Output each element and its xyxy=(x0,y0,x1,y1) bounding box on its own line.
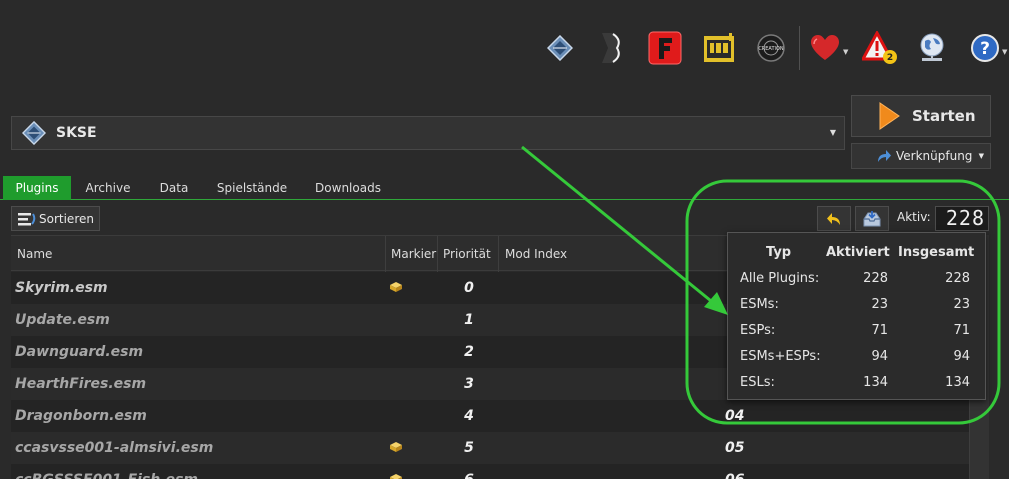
globe-icon[interactable] xyxy=(915,30,949,66)
start-label: Starten xyxy=(912,107,976,125)
tooltip-row-label: ESLs: xyxy=(740,375,775,390)
plugin-name: Skyrim.esm xyxy=(15,280,108,296)
tooltip-header-total: Insgesamt xyxy=(898,245,975,260)
plugin-name: Dragonborn.esm xyxy=(15,408,147,424)
column-priority[interactable]: Priorität xyxy=(438,236,499,272)
tooltip-row-total: 71 xyxy=(953,323,970,338)
sort-label: Sortieren xyxy=(39,211,94,226)
skse-icon xyxy=(22,121,46,145)
heart-icon[interactable] xyxy=(808,30,842,66)
plugin-name: HearthFires.esm xyxy=(15,376,147,392)
tooltip-row-active: 228 xyxy=(863,271,888,286)
help-icon[interactable]: ? xyxy=(968,30,1002,66)
plugin-priority: 4 xyxy=(464,408,474,424)
master-flag-icon xyxy=(389,473,403,479)
shortcut-button[interactable]: Verknüpfung ▼ xyxy=(851,143,991,169)
restore-backup-button[interactable] xyxy=(817,206,851,231)
tooltip-row-active: 23 xyxy=(871,297,888,312)
plugin-mod-index: 05 xyxy=(725,440,745,456)
tooltip-row-active: 94 xyxy=(871,349,888,364)
plugin-priority: 1 xyxy=(464,312,474,328)
plugin-priority: 6 xyxy=(441,464,497,479)
active-count: 228 xyxy=(935,206,989,231)
sort-icon xyxy=(17,211,37,227)
plugin-name: ccBGSSSE001-Fish.esm xyxy=(15,464,198,479)
tooltip-row-label: ESMs: xyxy=(740,297,779,312)
plugin-priority: 2 xyxy=(464,344,474,360)
tooltip-row-total: 228 xyxy=(945,271,970,286)
plugin-name: Dawnguard.esm xyxy=(15,344,144,360)
tab-bar: Plugins Archive Data Spielstände Downloa… xyxy=(0,176,1009,200)
tooltip-row-total: 23 xyxy=(953,297,970,312)
column-name[interactable]: Name xyxy=(11,236,386,272)
share-arrow-icon xyxy=(876,149,892,163)
table-row[interactable]: ccasvsse001-almsivi.esm 5 05 xyxy=(11,432,969,464)
plugin-name: Update.esm xyxy=(15,312,110,328)
plugin-count-tooltip: Typ Aktiviert Insgesamt Alle Plugins: 228… xyxy=(727,232,986,400)
undo-arrow-icon xyxy=(826,212,842,226)
start-button[interactable]: Starten xyxy=(851,95,991,137)
column-flags[interactable]: Markierungen xyxy=(386,236,438,272)
plugin-priority: 0 xyxy=(464,280,474,296)
tooltip-row-label: Alle Plugins: xyxy=(740,271,820,286)
tooltip-row-label: ESPs: xyxy=(740,323,776,338)
fnis-icon[interactable] xyxy=(647,30,683,66)
tab-downloads[interactable]: Downloads xyxy=(302,176,394,200)
master-flag-icon xyxy=(389,441,403,457)
tooltip-header-type: Typ xyxy=(766,245,792,260)
warning-count-badge: 2 xyxy=(887,53,893,63)
toolbar-separator xyxy=(799,26,800,70)
tooltip-row-active: 134 xyxy=(863,375,888,390)
svg-text:?: ? xyxy=(980,39,990,59)
tab-plugins[interactable]: Plugins xyxy=(3,176,71,200)
plugin-priority: 3 xyxy=(464,376,474,392)
tab-savegames[interactable]: Spielstände xyxy=(208,176,296,200)
tooltip-row-active: 71 xyxy=(871,323,888,338)
plugin-mod-index: 06 xyxy=(725,464,744,479)
active-label: Aktiv: xyxy=(897,210,931,224)
profile-name: SKSE xyxy=(56,125,97,141)
plugin-name: ccasvsse001-almsivi.esm xyxy=(15,440,214,456)
sort-button[interactable]: Sortieren xyxy=(11,206,100,231)
table-row[interactable]: Dragonborn.esm 4 04 xyxy=(11,400,969,432)
shortcut-label: Verknüpfung xyxy=(896,149,973,163)
creation-kit-label: CREATION xyxy=(758,46,784,52)
warning-icon[interactable]: 2 xyxy=(862,30,898,66)
tooltip-row-label: ESMs+ESPs: xyxy=(740,349,821,364)
tooltip-row-total: 134 xyxy=(945,375,970,390)
tab-archive[interactable]: Archive xyxy=(74,176,142,200)
plugin-mod-index: 04 xyxy=(725,408,745,424)
archetype-icon[interactable] xyxy=(593,30,629,66)
profile-select[interactable]: SKSE ▼ xyxy=(11,116,845,150)
skse-icon[interactable] xyxy=(544,30,576,66)
play-icon xyxy=(878,102,900,130)
table-row[interactable]: ccBGSSSE001-Fish.esm 6 06 xyxy=(11,464,969,479)
loot-icon[interactable] xyxy=(702,30,736,66)
tab-data[interactable]: Data xyxy=(146,176,202,200)
plugin-priority: 5 xyxy=(464,440,474,456)
master-flag-icon xyxy=(389,281,403,297)
chevron-down-icon: ▼ xyxy=(829,128,836,137)
tooltip-row-total: 94 xyxy=(953,349,970,364)
chevron-down-icon: ▼ xyxy=(978,152,984,160)
help-dropdown-icon[interactable]: ▼ xyxy=(1002,48,1007,56)
tooltip-header-active: Aktiviert xyxy=(826,245,890,260)
create-backup-button[interactable] xyxy=(855,206,889,231)
heart-dropdown-icon[interactable]: ▼ xyxy=(843,48,848,56)
inbox-icon xyxy=(862,210,882,228)
creation-kit-icon[interactable]: CREATION xyxy=(752,30,790,66)
